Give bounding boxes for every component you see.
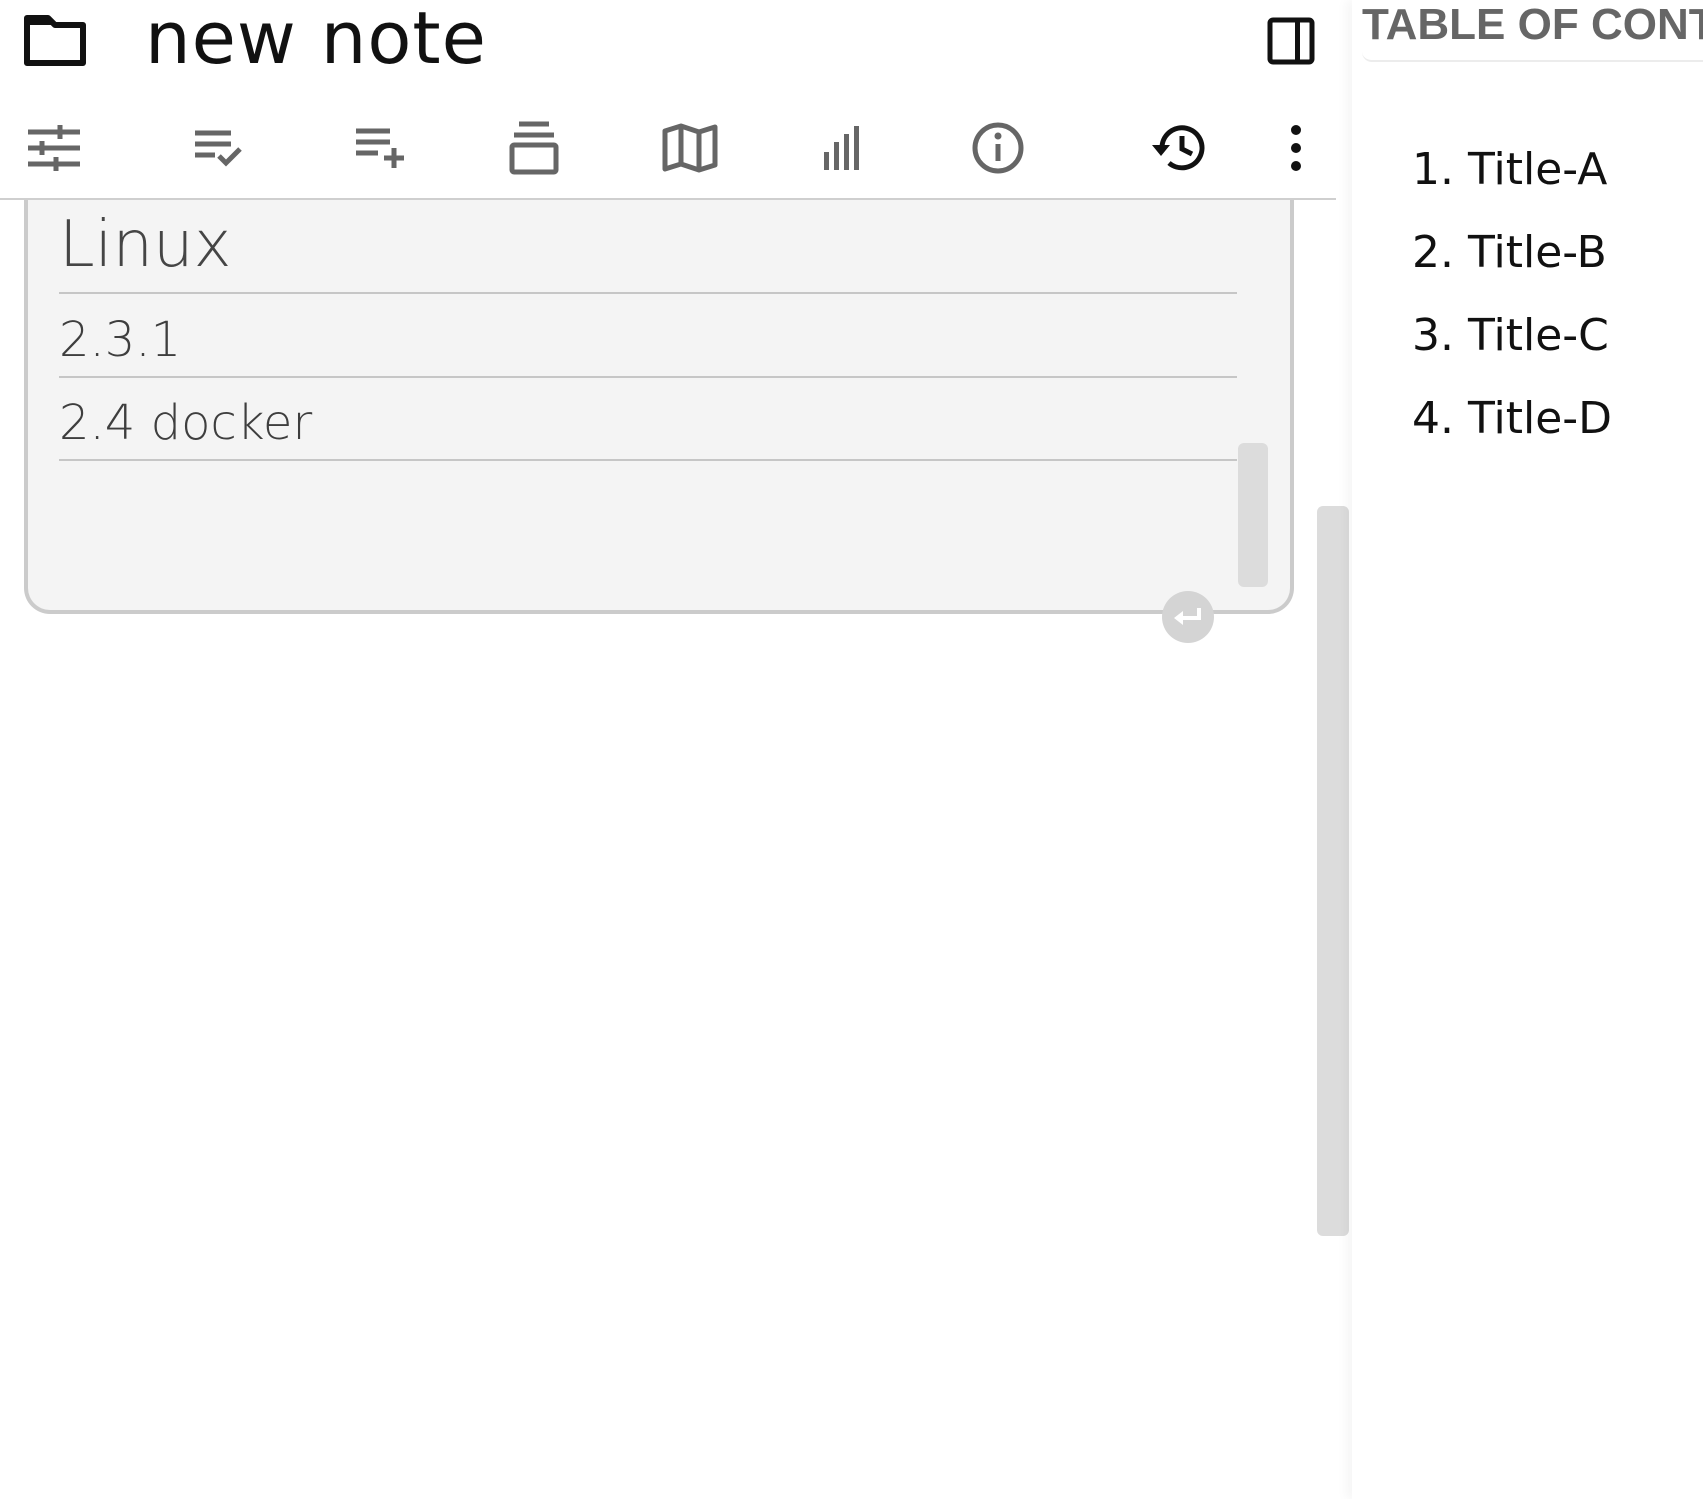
- info-icon[interactable]: [968, 118, 1028, 178]
- toc-item[interactable]: 1. Title-A: [1412, 128, 1612, 211]
- main-scrollbar-thumb[interactable]: [1317, 506, 1349, 1236]
- toc-title: TABLE OF CONTENTS: [1362, 0, 1703, 62]
- folder-icon[interactable]: [22, 12, 88, 68]
- note-title[interactable]: new note: [145, 0, 487, 88]
- toc-item[interactable]: 4. Title-D: [1412, 377, 1612, 460]
- app-window: new note Linux 2.3.1 2.4 docker TABLE OF…: [0, 0, 1703, 1499]
- toc-item-label: Title-A: [1467, 144, 1608, 195]
- editor-scrollbar-thumb[interactable]: [1238, 443, 1268, 587]
- toc-item-label: Title-D: [1467, 393, 1613, 444]
- editor-card[interactable]: Linux 2.3.1 2.4 docker: [24, 200, 1294, 614]
- return-icon[interactable]: [1162, 591, 1214, 643]
- toc-item-label: Title-C: [1467, 310, 1609, 361]
- bar-chart-icon[interactable]: [814, 118, 874, 178]
- toc-item[interactable]: 3. Title-C: [1412, 294, 1612, 377]
- tune-icon[interactable]: [24, 118, 84, 178]
- map-icon[interactable]: [660, 118, 720, 178]
- toolbar: [0, 100, 1336, 200]
- editor-line[interactable]: 2.3.1: [59, 308, 1237, 378]
- note-header: new note: [0, 0, 1336, 100]
- playlist-add-icon[interactable]: [350, 118, 410, 178]
- toc-item-label: Title-B: [1467, 227, 1607, 278]
- toc-item[interactable]: 2. Title-B: [1412, 211, 1612, 294]
- toc-item-number: 3.: [1412, 310, 1454, 361]
- toc-panel: TABLE OF CONTENTS 1. Title-A 2. Title-B 3.…: [1352, 0, 1703, 1499]
- list-check-icon[interactable]: [188, 118, 248, 178]
- more-vertical-icon[interactable]: [1266, 118, 1326, 178]
- toc-item-number: 4.: [1412, 393, 1454, 444]
- toc-item-number: 2.: [1412, 227, 1454, 278]
- panel-right-icon[interactable]: [1266, 16, 1316, 66]
- editor-heading[interactable]: Linux: [59, 208, 1237, 294]
- history-icon[interactable]: [1148, 118, 1208, 178]
- toc-list: 1. Title-A 2. Title-B 3. Title-C 4. Title-D: [1412, 128, 1612, 460]
- editor-line[interactable]: 2.4 docker: [59, 391, 1237, 461]
- toc-item-number: 1.: [1412, 144, 1454, 195]
- layers-icon[interactable]: [504, 118, 564, 178]
